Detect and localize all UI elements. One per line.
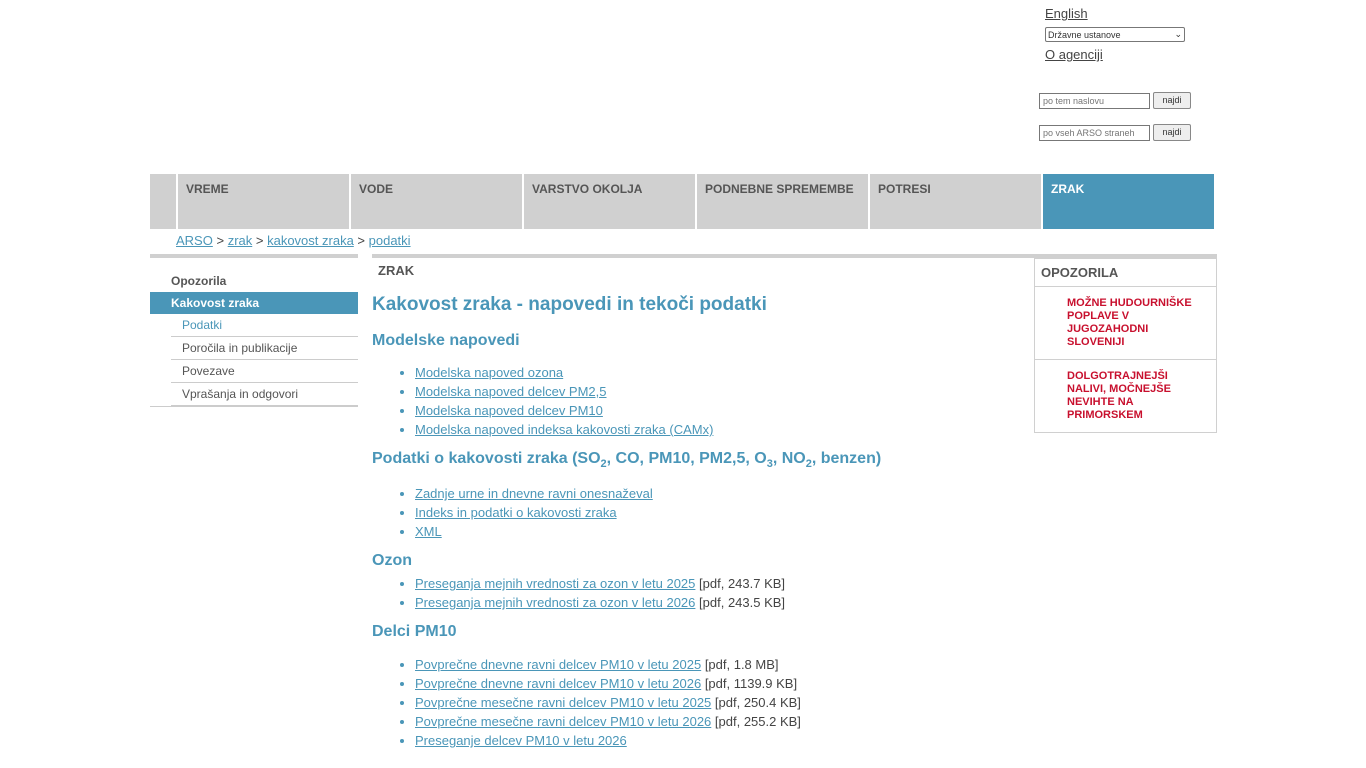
top-utility: English Državne ustanove ⌄ O agenciji xyxy=(1045,6,1205,62)
sidebar-subitem-porocila[interactable]: Poročila in publikacije xyxy=(171,337,358,360)
link-camx-forecast[interactable]: Modelska napoved indeksa kakovosti zraka… xyxy=(415,422,713,437)
breadcrumb: ARSO > zrak > kakovost zraka > podatki xyxy=(176,233,411,248)
heading-part: Podatki o kakovosti zraka (SO xyxy=(372,450,601,467)
sidebar-item-kakovost-zraka[interactable]: Kakovost zraka xyxy=(150,292,358,314)
breadcrumb-zrak[interactable]: zrak xyxy=(228,233,253,248)
list-item: Povprečne mesečne ravni delcev PM10 v le… xyxy=(415,712,1027,731)
link-ozon-2026[interactable]: Preseganja mejnih vrednosti za ozon v le… xyxy=(415,595,695,610)
link-hourly-daily[interactable]: Zadnje urne in dnevne ravni onesnaževal xyxy=(415,486,653,501)
link-pm10-monthly-2025[interactable]: Povprečne mesečne ravni delcev PM10 v le… xyxy=(415,695,711,710)
list-item: Povprečne dnevne ravni delcev PM10 v let… xyxy=(415,674,1027,693)
heading-part: , NO xyxy=(772,450,806,467)
search-all-input[interactable] xyxy=(1039,124,1150,141)
sidebar: Opozorila Kakovost zraka Podatki Poročil… xyxy=(150,254,358,407)
file-meta: [pdf, 255.2 KB] xyxy=(714,714,801,730)
institutions-select[interactable]: Državne ustanove ⌄ xyxy=(1045,27,1185,42)
link-air-index[interactable]: Indeks in podatki o kakovosti zraka xyxy=(415,505,617,520)
list-item: Modelska napoved indeksa kakovosti zraka… xyxy=(415,420,1027,439)
list-item: Povprečne mesečne ravni delcev PM10 v le… xyxy=(415,693,1027,712)
section-heading-podatki: Podatki o kakovosti zraka (SO2, CO, PM10… xyxy=(372,450,1027,470)
search-topic-input[interactable] xyxy=(1039,92,1150,109)
heading-part: , CO, PM10, PM2,5, O xyxy=(606,450,767,467)
breadcrumb-podatki[interactable]: podatki xyxy=(369,233,411,248)
link-ozon-forecast[interactable]: Modelska napoved ozona xyxy=(415,365,563,380)
nav-tab-varstvo-okolja[interactable]: VARSTVO OKOLJA xyxy=(524,174,695,229)
list-item: Preseganje delcev PM10 v letu 2026 xyxy=(415,731,1027,750)
breadcrumb-separator: > xyxy=(255,233,264,248)
link-pm10-forecast[interactable]: Modelska napoved delcev PM10 xyxy=(415,403,603,418)
breadcrumb-separator: > xyxy=(216,233,225,248)
section-label: ZRAK xyxy=(378,263,415,278)
breadcrumb-kakovost-zraka[interactable]: kakovost zraka xyxy=(267,233,354,248)
link-list-modelske: Modelska napoved ozona Modelska napoved … xyxy=(415,363,1027,439)
sidebar-subitem-povezave[interactable]: Povezave xyxy=(171,360,358,383)
english-link[interactable]: English xyxy=(1045,6,1205,21)
search-topic-button[interactable]: najdi xyxy=(1153,92,1191,109)
search-all-row: najdi xyxy=(1039,124,1191,141)
file-meta: [pdf, 1.8 MB] xyxy=(704,657,779,673)
list-item: Preseganja mejnih vrednosti za ozon v le… xyxy=(415,593,1027,612)
heading-part: , benzen) xyxy=(811,450,882,467)
sidebar-item-opozorila[interactable]: Opozorila xyxy=(150,270,358,292)
sidebar-subitem-vprasanja[interactable]: Vprašanja in odgovori xyxy=(171,383,358,406)
section-heading-pm10: Delci PM10 xyxy=(372,623,457,641)
link-ozon-2025[interactable]: Preseganja mejnih vrednosti za ozon v le… xyxy=(415,576,695,591)
link-pm10-daily-2025[interactable]: Povprečne dnevne ravni delcev PM10 v let… xyxy=(415,657,701,672)
list-item: Zadnje urne in dnevne ravni onesnaževal xyxy=(415,484,1027,503)
alerts-title: OPOZORILA xyxy=(1035,259,1216,287)
section-heading-ozon: Ozon xyxy=(372,552,412,570)
breadcrumb-separator: > xyxy=(357,233,366,248)
chevron-down-icon: ⌄ xyxy=(1174,29,1182,39)
institutions-select-value: Državne ustanove xyxy=(1048,29,1121,40)
search-topic-row: najdi xyxy=(1039,92,1191,109)
page-title: Kakovost zraka - napovedi in tekoči poda… xyxy=(372,294,767,315)
link-list-ozon: Preseganja mejnih vrednosti za ozon v le… xyxy=(415,574,1027,612)
list-item: Modelska napoved ozona xyxy=(415,363,1027,382)
search-all-button[interactable]: najdi xyxy=(1153,124,1191,141)
link-list-pm10: Povprečne dnevne ravni delcev PM10 v let… xyxy=(415,655,1027,750)
link-pm10-daily-2026[interactable]: Povprečne dnevne ravni delcev PM10 v let… xyxy=(415,676,701,691)
main-content: ZRAK Kakovost zraka - napovedi in tekoči… xyxy=(372,258,1027,750)
nav-tab-potresi[interactable]: POTRESI xyxy=(870,174,1041,229)
file-meta: [pdf, 243.5 KB] xyxy=(699,595,786,611)
list-item: Indeks in podatki o kakovosti zraka xyxy=(415,503,1027,522)
list-item: Modelska napoved delcev PM10 xyxy=(415,401,1027,420)
nav-tab-podnebne-spremembe[interactable]: PODNEBNE SPREMEMBE xyxy=(697,174,868,229)
list-item: Povprečne dnevne ravni delcev PM10 v let… xyxy=(415,655,1027,674)
link-list-podatki: Zadnje urne in dnevne ravni onesnaževal … xyxy=(415,484,1027,541)
sidebar-subitem-podatki[interactable]: Podatki xyxy=(171,314,358,337)
list-item: XML xyxy=(415,522,1027,541)
list-item: Preseganja mejnih vrednosti za ozon v le… xyxy=(415,574,1027,593)
nav-tab-vreme[interactable]: VREME xyxy=(178,174,349,229)
sidebar-divider xyxy=(150,406,358,407)
alert-item[interactable]: DOLGOTRAJNEJŠI NALIVI, MOČNEJŠE NEVIHTE … xyxy=(1035,360,1216,432)
file-meta: [pdf, 250.4 KB] xyxy=(714,695,801,711)
alert-item[interactable]: MOŽNE HUDOURNIŠKE POPLAVE V JUGOZAHODNI … xyxy=(1035,287,1216,360)
link-pm10-monthly-2026[interactable]: Povprečne mesečne ravni delcev PM10 v le… xyxy=(415,714,711,729)
link-pm25-forecast[interactable]: Modelska napoved delcev PM2,5 xyxy=(415,384,607,399)
nav-spacer xyxy=(150,174,176,229)
nav-tab-vode[interactable]: VODE xyxy=(351,174,522,229)
list-item: Modelska napoved delcev PM2,5 xyxy=(415,382,1027,401)
section-heading-modelske: Modelske napovedi xyxy=(372,332,520,349)
file-meta: [pdf, 243.7 KB] xyxy=(699,576,786,592)
link-pm10-exceed-2026[interactable]: Preseganje delcev PM10 v letu 2026 xyxy=(415,733,627,748)
breadcrumb-arso[interactable]: ARSO xyxy=(176,233,213,248)
link-xml[interactable]: XML xyxy=(415,524,442,539)
about-agency-link[interactable]: O agenciji xyxy=(1045,47,1205,62)
main-nav: VREME VODE VARSTVO OKOLJA PODNEBNE SPREM… xyxy=(150,174,1217,229)
alerts-panel: OPOZORILA MOŽNE HUDOURNIŠKE POPLAVE V JU… xyxy=(1034,258,1217,433)
file-meta: [pdf, 1139.9 KB] xyxy=(704,676,798,692)
nav-tab-zrak[interactable]: ZRAK xyxy=(1043,174,1214,229)
